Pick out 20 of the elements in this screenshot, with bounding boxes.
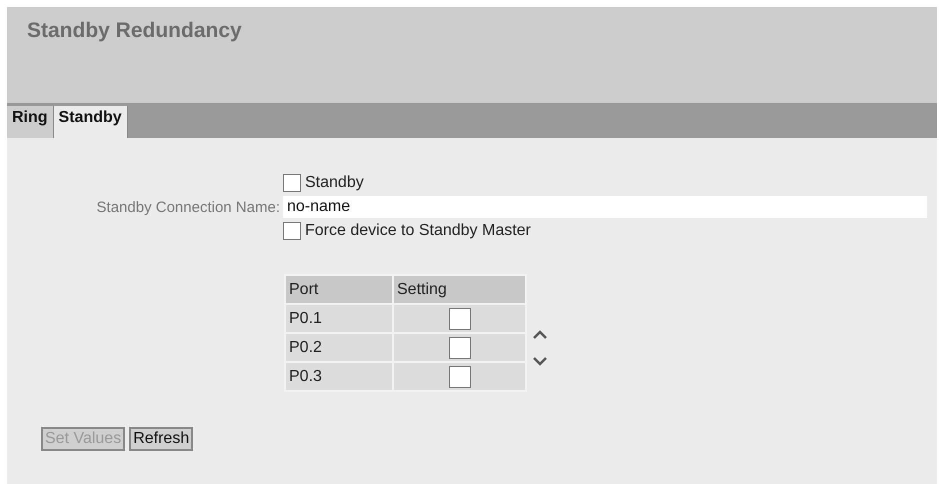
- table-cell: P0.1: [285, 304, 393, 333]
- checkbox[interactable]: [448, 366, 470, 388]
- checkbox[interactable]: [448, 308, 470, 330]
- table-cell: P0.3: [285, 362, 393, 391]
- field-label: Standby Connection Name:: [96, 198, 281, 216]
- action-button[interactable]: Refresh: [129, 427, 194, 451]
- scroll-down-icon[interactable]: [533, 356, 547, 366]
- checkbox[interactable]: [448, 336, 470, 358]
- column-header: Port: [285, 275, 393, 304]
- input-field[interactable]: no-name: [283, 196, 927, 218]
- table-cell: P0.2: [285, 333, 393, 362]
- page-title: Standby Redundancy: [26, 18, 243, 43]
- checkbox-label: Standby: [305, 174, 364, 192]
- checkbox[interactable]: [283, 222, 301, 240]
- tab[interactable]: Standby: [54, 106, 128, 138]
- scroll-up-icon[interactable]: [533, 330, 547, 340]
- checkbox-label: Force device to Standby Master: [305, 222, 531, 240]
- tab[interactable]: Ring: [7, 106, 54, 138]
- checkbox[interactable]: [283, 174, 301, 192]
- column-header: Setting: [393, 275, 526, 304]
